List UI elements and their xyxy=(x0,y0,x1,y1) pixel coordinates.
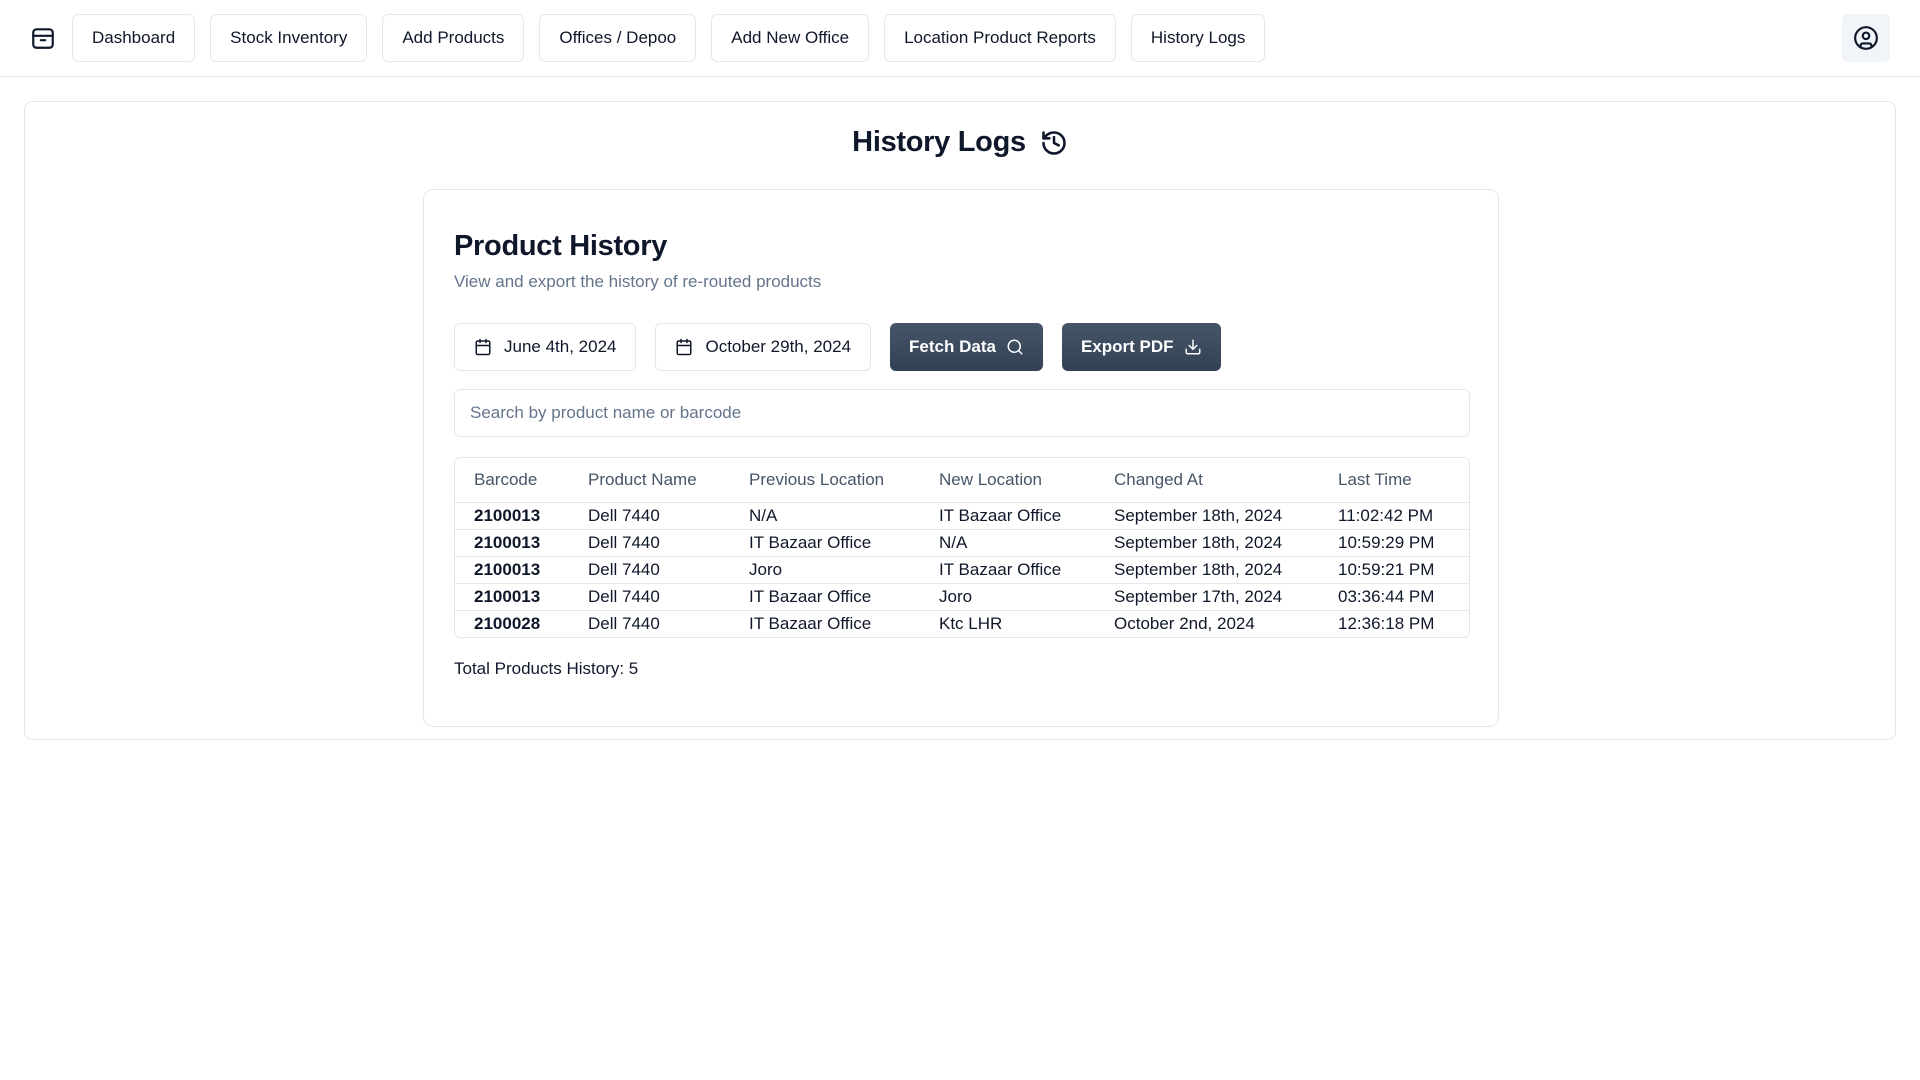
barcode-cell: 2100013 xyxy=(455,528,569,556)
section-subtitle: View and export the history of re-routed… xyxy=(454,272,822,291)
new-location-cell: Joro xyxy=(920,582,1095,610)
filter-controls: June 4th, 2024 October 29th, 2024 Fetch … xyxy=(454,323,1221,371)
product-history-card: Product History View and export the hist… xyxy=(423,189,1499,727)
page-title: History Logs xyxy=(852,126,1026,158)
search-input[interactable] xyxy=(454,389,1470,437)
nav-dashboard[interactable]: Dashboard xyxy=(72,14,196,62)
history-icon xyxy=(1040,129,1068,157)
column-header[interactable]: Last Time xyxy=(1319,458,1469,503)
download-icon xyxy=(1184,338,1202,356)
table-header-row: Barcode Product Name Previous Location N… xyxy=(455,458,1469,503)
column-header[interactable]: New Location xyxy=(920,458,1095,503)
start-date-label: June 4th, 2024 xyxy=(504,337,617,356)
export-pdf-button[interactable]: Export PDF xyxy=(1061,323,1221,371)
user-circle-icon xyxy=(1853,25,1879,51)
column-header[interactable]: Barcode xyxy=(455,458,569,503)
nav-history-logs[interactable]: History Logs xyxy=(1130,14,1266,62)
last-time-cell: 12:36:18 PM xyxy=(1319,609,1469,637)
product-name-cell: Dell 7440 xyxy=(569,528,730,556)
nav-add-new-office[interactable]: Add New Office xyxy=(711,14,870,62)
main-nav: Dashboard Stock Inventory Add Products O… xyxy=(72,14,1266,62)
last-time-cell: 03:36:44 PM xyxy=(1319,582,1469,610)
barcode-cell: 2100028 xyxy=(455,609,569,637)
previous-location-cell: IT Bazaar Office xyxy=(730,609,920,637)
table-row[interactable]: 2100013 Dell 7440 Joro IT Bazaar Office … xyxy=(455,555,1469,583)
section-title: Product History xyxy=(454,230,668,262)
nav-offices-depoo[interactable]: Offices / Depoo xyxy=(539,14,697,62)
last-time-cell: 10:59:21 PM xyxy=(1319,555,1469,583)
last-time-cell: 11:02:42 PM xyxy=(1338,505,1434,525)
export-pdf-label: Export PDF xyxy=(1080,337,1174,356)
previous-location-cell: IT Bazaar Office xyxy=(730,528,920,556)
new-location-cell: Ktc LHR xyxy=(920,609,1095,637)
nav-add-products[interactable]: Add Products xyxy=(382,14,525,62)
table-row[interactable]: 2100028 Dell 7440 IT Bazaar Office Ktc L… xyxy=(455,609,1469,637)
history-table: Barcode Product Name Previous Location N… xyxy=(454,457,1470,638)
column-header[interactable]: Product Name xyxy=(569,458,730,503)
barcode-cell: 2100013 xyxy=(455,582,569,610)
previous-location-cell: IT Bazaar Office xyxy=(730,582,920,610)
new-location-cell: IT Bazaar Office xyxy=(920,555,1095,583)
calendar-icon xyxy=(474,338,492,356)
product-name-cell: Dell 7440 xyxy=(588,505,660,525)
changed-at-cell: October 2nd, 2024 xyxy=(1095,609,1319,637)
product-name-cell: Dell 7440 xyxy=(569,555,730,583)
product-name-cell: Dell 7440 xyxy=(569,582,730,610)
fetch-data-label: Fetch Data xyxy=(909,337,996,356)
calendar-icon xyxy=(675,338,693,356)
column-header[interactable]: Previous Location xyxy=(730,458,920,503)
search-icon xyxy=(1006,338,1024,356)
history-logs-panel: History Logs Product History View and ex… xyxy=(24,101,1896,740)
last-time-cell: 10:59:29 PM xyxy=(1319,528,1469,556)
barcode-cell: 2100013 xyxy=(455,555,569,583)
new-location-cell: IT Bazaar Office xyxy=(939,505,1062,525)
start-date-picker[interactable]: June 4th, 2024 xyxy=(454,323,637,371)
top-navbar: Dashboard Stock Inventory Add Products O… xyxy=(0,0,1920,77)
nav-location-product-reports[interactable]: Location Product Reports xyxy=(884,14,1116,62)
changed-at-cell: September 18th, 2024 xyxy=(1095,528,1319,556)
table-row[interactable]: 2100013 Dell 7440 IT Bazaar Office Joro … xyxy=(455,582,1469,610)
end-date-picker[interactable]: October 29th, 2024 xyxy=(655,323,872,371)
previous-location-cell: N/A xyxy=(749,505,778,525)
product-name-cell: Dell 7440 xyxy=(569,609,730,637)
end-date-label: October 29th, 2024 xyxy=(705,337,852,356)
fetch-data-button[interactable]: Fetch Data xyxy=(890,323,1043,371)
column-header[interactable]: Changed At xyxy=(1095,458,1319,503)
profile-button[interactable] xyxy=(1842,14,1890,62)
previous-location-cell: Joro xyxy=(730,555,920,583)
changed-at-cell: September 17th, 2024 xyxy=(1095,582,1319,610)
table-row[interactable]: 2100013 Dell 7440 IT Bazaar Office N/A S… xyxy=(455,528,1469,556)
barcode-cell: 2100013 xyxy=(474,505,541,525)
nav-stock-inventory[interactable]: Stock Inventory xyxy=(210,14,368,62)
total-count: Total Products History: 5 xyxy=(454,659,639,678)
page-header: History Logs xyxy=(25,126,1895,159)
package-icon[interactable] xyxy=(30,25,56,51)
table-row[interactable]: 2100013 Dell 7440 N/A IT Bazaar Office S… xyxy=(455,502,1469,529)
new-location-cell: N/A xyxy=(920,528,1095,556)
changed-at-cell: September 18th, 2024 xyxy=(1095,555,1319,583)
changed-at-cell: September 18th, 2024 xyxy=(1114,505,1283,525)
